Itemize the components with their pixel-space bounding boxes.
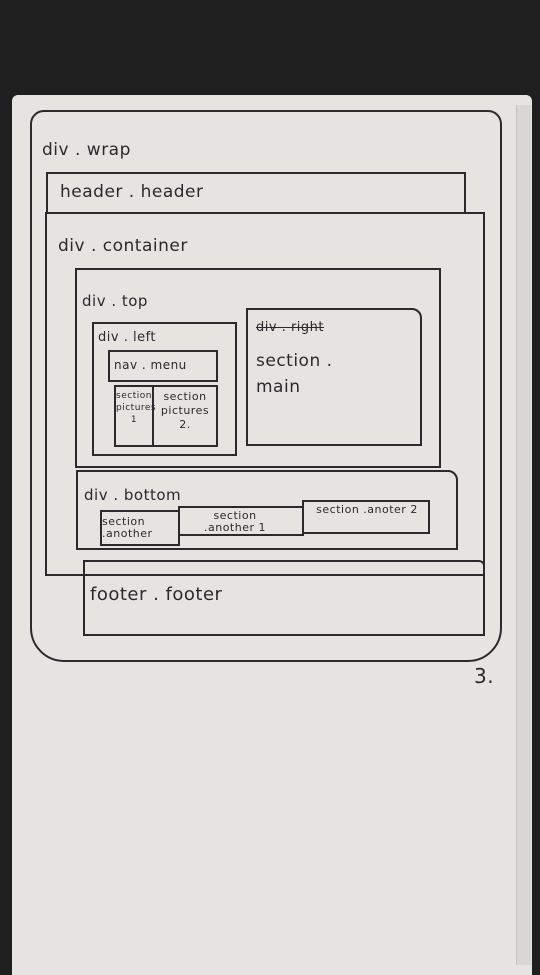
footer-label: footer . footer bbox=[90, 584, 223, 605]
pictures-2-label: section pictures 2. bbox=[160, 390, 210, 431]
another-label: section .another bbox=[102, 515, 153, 540]
page-edge bbox=[516, 105, 531, 965]
page-number: 3. bbox=[474, 664, 495, 688]
header-label: header . header bbox=[60, 182, 204, 202]
top-label: div . top bbox=[82, 292, 148, 310]
another-2-label: section .anoter 2 bbox=[316, 503, 418, 516]
main-label: section . main bbox=[256, 351, 333, 397]
container-label: div . container bbox=[58, 236, 188, 256]
left-label: div . left bbox=[98, 330, 157, 345]
wrap-label: div . wrap bbox=[42, 140, 131, 160]
right-label-struck: div . right bbox=[256, 320, 324, 335]
nav-label: nav . menu bbox=[114, 358, 187, 372]
pictures-1-label: section pictures 1 bbox=[116, 391, 157, 425]
bottom-label: div . bottom bbox=[84, 486, 182, 504]
another-1-label: section .another 1 bbox=[203, 509, 266, 534]
